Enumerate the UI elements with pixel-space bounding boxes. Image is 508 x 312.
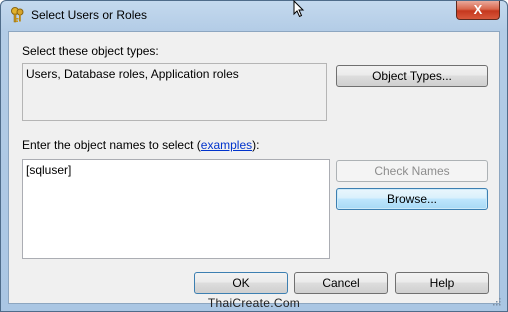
object-types-button[interactable]: Object Types... <box>336 65 488 87</box>
help-button[interactable]: Help <box>395 272 489 294</box>
dialog-window: Select Users or Roles X Select these obj… <box>0 0 508 312</box>
browse-button[interactable]: Browse... <box>336 188 488 210</box>
object-types-field: Users, Database roles, Application roles <box>22 63 327 121</box>
cancel-button[interactable]: Cancel <box>294 272 388 294</box>
object-names-label-suffix: ): <box>252 138 260 152</box>
mouse-cursor-icon <box>293 0 305 18</box>
keys-icon <box>11 7 24 23</box>
window-title: Select Users or Roles <box>31 8 148 22</box>
ok-button[interactable]: OK <box>194 272 288 294</box>
help-button-label: Help <box>429 276 455 290</box>
check-names-button[interactable]: Check Names <box>336 160 488 182</box>
examples-link[interactable]: examples <box>201 138 252 152</box>
dialog-client-area: Select these object types: Users, Databa… <box>8 31 500 304</box>
cancel-button-label: Cancel <box>322 276 360 290</box>
object-names-value: [sqluser] <box>26 163 72 177</box>
object-types-button-label: Object Types... <box>372 69 452 83</box>
ok-button-label: OK <box>232 276 250 290</box>
title-bar[interactable]: Select Users or Roles X <box>1 1 507 31</box>
object-types-label: Select these object types: <box>22 44 159 58</box>
object-types-value: Users, Database roles, Application roles <box>26 67 239 81</box>
object-names-label: Enter the object names to select (exampl… <box>22 138 259 152</box>
check-names-button-label: Check Names <box>374 164 450 178</box>
close-icon: X <box>473 2 483 17</box>
object-names-label-prefix: Enter the object names to select ( <box>22 138 201 152</box>
close-button[interactable]: X <box>456 1 500 20</box>
browse-button-label: Browse... <box>386 192 437 206</box>
object-names-input[interactable]: [sqluser] <box>22 159 330 259</box>
watermark-text: ThaiCreate.Com <box>207 296 301 310</box>
